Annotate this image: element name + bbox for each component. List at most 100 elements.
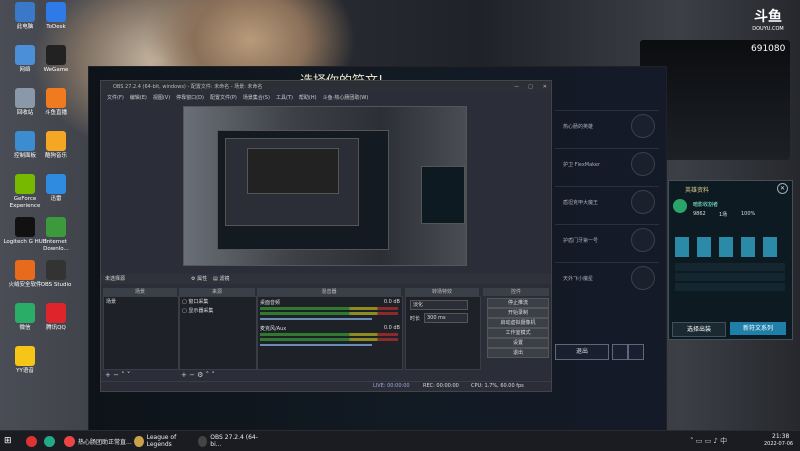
- add-source-icon[interactable]: + − ⚙ ˄ ˅: [181, 371, 215, 379]
- close-icon[interactable]: ✕: [777, 183, 788, 194]
- rune-icon: [631, 228, 655, 252]
- app-icon: [26, 435, 37, 447]
- start-recording-button[interactable]: 开始录制: [487, 308, 549, 318]
- source-item[interactable]: ▢ 显示器采集: [180, 306, 256, 315]
- desktop-shortcut[interactable]: ToDesk: [33, 2, 79, 31]
- wegame-icon: [46, 45, 66, 65]
- audio-track-name: 桌面音频: [260, 300, 281, 306]
- taskbar: ⊞ 热心肠团助正常直... League of Legends OBS 27.2…: [0, 430, 800, 451]
- menu-item[interactable]: 斗鱼-热心肠团助(W): [323, 93, 369, 103]
- control-panel-icon: [15, 131, 35, 151]
- properties-label: 属性: [197, 276, 208, 282]
- settings-button[interactable]: 设置: [487, 338, 549, 348]
- panel-header: 英雄资料: [685, 187, 710, 194]
- stop-stream-button[interactable]: 停止推流: [487, 298, 549, 308]
- desktop-shortcut-label: 迅雷: [50, 196, 62, 202]
- desktop-shortcut[interactable]: 迅雷: [33, 174, 79, 203]
- obs-preview[interactable]: [183, 106, 467, 266]
- no-source-label: 未选择源: [105, 276, 126, 282]
- audio-meter: [260, 312, 398, 315]
- taskbar-app-label: League of Legends: [146, 434, 177, 448]
- app-icon: [44, 435, 55, 447]
- start-button[interactable]: ⊞: [4, 433, 12, 449]
- clock-date[interactable]: 2022-07-06: [764, 441, 793, 447]
- obs-menubar: 文件(F) 编辑(E) 视图(V) 停靠窗口(D) 配置文件(P) 场景集合(S…: [101, 93, 551, 103]
- maximize-icon[interactable]: □: [528, 81, 533, 93]
- rune-page-row[interactable]: 热心肠的英雄: [555, 110, 659, 141]
- obs-window: OBS 27.2.4 (64-bit, windows) - 配置文件: 未命名…: [100, 80, 552, 392]
- menu-item[interactable]: 文件(F): [107, 93, 124, 103]
- desktop-shortcut[interactable]: 斗鱼直播: [33, 88, 79, 117]
- menu-item[interactable]: 编辑(E): [130, 93, 147, 103]
- menu-item[interactable]: 停靠窗口(D): [176, 93, 204, 103]
- taskbar-app-label: OBS 27.2.4 (64-bi...: [210, 434, 258, 448]
- audio-meter: [260, 338, 398, 341]
- cpu-status: CPU: 1.7%, 60.00 fps: [471, 383, 524, 389]
- filters-button[interactable]: ▤ 滤镜: [213, 275, 229, 282]
- filters-label: 滤镜: [219, 276, 230, 282]
- taskbar-pin[interactable]: [44, 433, 58, 449]
- desktop-shortcut[interactable]: 酷狗音乐: [33, 131, 79, 160]
- wechat-icon: [15, 303, 35, 323]
- clock-time[interactable]: 21:38: [772, 433, 789, 440]
- studio-mode-button[interactable]: 工作室模式: [487, 328, 549, 338]
- volume-slider[interactable]: [260, 318, 372, 320]
- rune-icon: [631, 152, 655, 176]
- chat-icon[interactable]: [612, 344, 628, 360]
- volume-slider[interactable]: [260, 344, 372, 346]
- scene-item[interactable]: 场景: [104, 297, 178, 306]
- rune-page-row[interactable]: 护卫 FlexMaker: [555, 148, 659, 179]
- desktop-shortcut-label: 腾讯QQ: [46, 325, 66, 331]
- taskbar-app[interactable]: OBS 27.2.4 (64-bi...: [198, 433, 260, 449]
- transition-select[interactable]: 淡化: [410, 300, 468, 310]
- add-scene-icon[interactable]: + − ˄ ˅: [105, 371, 130, 379]
- tray-icons[interactable]: ˄ ▭ ▭ ♪ 中: [690, 436, 727, 446]
- source-item[interactable]: ▢ 窗口采集: [180, 297, 256, 306]
- properties-button[interactable]: ⚙ 属性: [191, 275, 207, 282]
- menu-item[interactable]: 配置文件(P): [210, 93, 237, 103]
- exit-button[interactable]: 退出: [555, 344, 609, 360]
- rune-page-row[interactable]: 盾坦克甲大魔王: [555, 186, 659, 217]
- new-rune-button[interactable]: 新符文系列: [730, 322, 786, 335]
- taskbar-app[interactable]: 热心肠团助正常直...: [64, 433, 132, 449]
- rune-page-row[interactable]: 天外飞小魔星: [555, 262, 659, 293]
- minimize-icon[interactable]: —: [514, 81, 519, 93]
- desktop-shortcut[interactable]: WeGame: [33, 45, 79, 74]
- rune-page-label: 护卫 FlexMaker: [563, 161, 601, 168]
- desktop-shortcut[interactable]: 腾讯QQ: [33, 303, 79, 332]
- menu-item[interactable]: 场景集合(S): [243, 93, 270, 103]
- mic-icon[interactable]: [628, 344, 644, 360]
- qq-icon: [46, 303, 66, 323]
- desktop-shortcut[interactable]: OBS Studio: [33, 260, 79, 289]
- desktop-shortcut[interactable]: Internet Downlo...: [33, 217, 79, 253]
- taskbar-pin[interactable]: [26, 433, 40, 449]
- desktop-shortcut-label: 斗鱼直播: [44, 110, 67, 116]
- audio-meter: [260, 307, 398, 310]
- rune-page-row[interactable]: 护盾门牙第一号: [555, 224, 659, 255]
- logo-text: 斗鱼: [754, 9, 782, 25]
- menu-item[interactable]: 帮助(H): [299, 93, 317, 103]
- audio-track-name: 麦克风/Aux: [260, 326, 287, 332]
- select-build-button[interactable]: 选择出装: [672, 322, 726, 337]
- duration-input[interactable]: 300 ms: [424, 313, 468, 323]
- hero-stat: 1场: [719, 212, 728, 218]
- menu-item[interactable]: 工具(T): [276, 93, 293, 103]
- menu-item[interactable]: 视图(V): [153, 93, 170, 103]
- obs-icon: [46, 260, 66, 280]
- taskbar-app[interactable]: League of Legends: [134, 433, 196, 449]
- mixer-panel: 桌面音频 0.0 dB 麦克风/Aux 0.0 dB: [257, 296, 403, 370]
- duration-label: 时长: [410, 316, 421, 322]
- desktop-shortcut-label: Internet Downlo...: [43, 239, 69, 252]
- controls-header: 控件: [483, 288, 549, 296]
- exit-obs-button[interactable]: 退出: [487, 348, 549, 358]
- desktop-shortcut[interactable]: YY语音: [2, 346, 48, 375]
- audio-track-level: 0.0 dB: [383, 325, 400, 331]
- desktop-shortcut-label: YY语音: [16, 368, 34, 374]
- rec-status: REC: 00:00:00: [423, 383, 459, 389]
- lol-icon: [134, 435, 144, 447]
- windows-icon: ⊞: [4, 436, 12, 446]
- close-icon[interactable]: ✕: [543, 81, 547, 93]
- rune-page-label: 盾坦克甲大魔王: [563, 199, 599, 206]
- source-label: 显示器采集: [188, 308, 214, 314]
- virtual-camera-button[interactable]: 启动虚拟摄像机: [487, 318, 549, 328]
